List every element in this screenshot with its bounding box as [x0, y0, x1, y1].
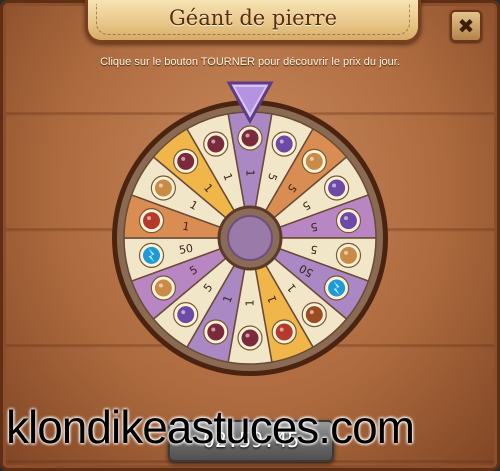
dialog-title: Géant de pierre — [169, 6, 337, 30]
blueberry-pie-icon — [173, 302, 199, 328]
blueberry-pie-icon — [335, 208, 362, 234]
wheel-hub-center — [227, 215, 273, 261]
watermark-text: klondikeastuces.com — [6, 401, 415, 453]
pointer-arrow-icon — [226, 81, 274, 124]
segment-quantity-label: 50 — [178, 242, 194, 257]
energy-icon — [138, 242, 165, 268]
berry-basket-icon — [203, 131, 229, 157]
prize-wheel[interactable]: 1 5555550111155501111 — [111, 99, 389, 377]
berry-basket-icon — [173, 148, 199, 174]
cherry-pie-icon — [271, 319, 297, 345]
instruction-text: Clique sur le bouton TOURNER pour découv… — [100, 56, 400, 68]
cookie-icon — [335, 242, 362, 268]
segment-quantity-label: 1 — [244, 300, 257, 307]
cookie-icon — [301, 148, 327, 174]
energy-icon — [324, 275, 350, 301]
close-button[interactable]: ✖ — [450, 10, 482, 42]
close-icon: ✖ — [457, 14, 475, 38]
blueberry-pie-icon — [324, 175, 350, 201]
berry-basket-icon — [237, 325, 263, 351]
cookie-icon — [150, 175, 176, 201]
segment-quantity-label: 1 — [244, 170, 257, 177]
berry-basket-icon — [203, 319, 229, 345]
title-banner: Géant de pierre — [85, 0, 421, 43]
berry-basket-icon — [237, 125, 263, 151]
meat-pie-icon — [301, 302, 327, 328]
blueberry-pie-icon — [271, 131, 297, 157]
cookie-icon — [150, 275, 176, 301]
cherry-pie-icon — [138, 208, 165, 234]
